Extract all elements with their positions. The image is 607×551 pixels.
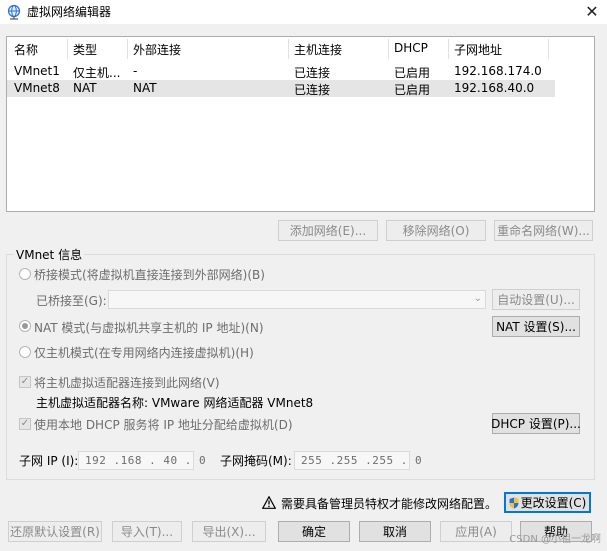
network-globe-icon — [7, 4, 21, 20]
watermark: CSDN @小祖一龙啊 — [509, 534, 601, 545]
column-separator[interactable] — [388, 39, 389, 59]
title-bar: 虚拟网络编辑器 ✕ — [0, 0, 607, 24]
restore-defaults-button[interactable]: 还原默认设置(R) — [8, 521, 102, 542]
column-header-type[interactable]: 类型 — [73, 41, 97, 58]
cell-external: - — [133, 64, 138, 78]
vmnet-info-group — [6, 254, 595, 480]
use-dhcp-label: 使用本地 DHCP 服务将 IP 地址分配给虚拟机(D) — [34, 418, 293, 432]
admin-notice: 需要具备管理员特权才能修改网络配置。 — [281, 497, 498, 511]
vmnet-info-title: VMnet 信息 — [14, 246, 85, 263]
cell-subnet: 192.168.174.0 — [454, 64, 542, 78]
cancel-button[interactable]: 取消 — [359, 521, 431, 542]
cell-external: NAT — [133, 81, 157, 95]
dhcp-settings-button[interactable]: DHCP 设置(P)... — [491, 413, 581, 434]
adapter-name-text: 主机虚拟适配器名称: VMware 网络适配器 VMnet8 — [36, 396, 314, 410]
nat-mode-label: NAT 模式(与虚拟机共享主机的 IP 地址)(N) — [34, 321, 264, 335]
connect-adapter-checkbox[interactable]: ✓ — [19, 376, 31, 388]
auto-settings-button[interactable]: 自动设置(U)... — [492, 289, 580, 310]
cell-type: 仅主机... — [73, 66, 121, 80]
column-header-subnet[interactable]: 子网地址 — [454, 41, 502, 58]
ok-button[interactable]: 确定 — [278, 521, 350, 542]
bridge-mode-label: 桥接模式(将虚拟机直接连接到外部网络)(B) — [34, 268, 265, 282]
change-settings-button[interactable]: 更改设置(C) — [504, 492, 591, 513]
export-button[interactable]: 导出(X)... — [192, 521, 266, 542]
rename-network-button[interactable]: 重命名网络(W)... — [494, 220, 593, 241]
column-separator[interactable] — [127, 39, 128, 59]
column-separator[interactable] — [548, 39, 549, 59]
subnet-mask-label: 子网掩码(M): — [220, 454, 292, 468]
cell-host: 已连接 — [294, 66, 331, 80]
network-list[interactable]: 名称 类型 外部连接 主机连接 DHCP 子网地址 VMnet1 仅主机... … — [6, 36, 595, 212]
host-only-mode-label: 仅主机模式(在专用网络内连接虚拟机)(H) — [34, 346, 254, 360]
close-button[interactable]: ✕ — [577, 0, 607, 22]
bridged-to-label: 已桥接至(G): — [36, 294, 107, 308]
connect-adapter-label: 将主机虚拟适配器连接到此网络(V) — [34, 376, 220, 390]
column-separator[interactable] — [448, 39, 449, 59]
close-icon: ✕ — [585, 1, 599, 21]
column-header-dhcp[interactable]: DHCP — [394, 41, 428, 55]
subnet-ip-field[interactable]: 192 .168 . 40 . 0 — [78, 451, 206, 470]
column-header-host[interactable]: 主机连接 — [294, 41, 342, 58]
cell-dhcp: 已启用 — [394, 66, 431, 80]
bridged-to-select[interactable]: ⌄ — [108, 290, 486, 309]
change-settings-label: 更改设置(C) — [520, 496, 587, 510]
nat-settings-button[interactable]: NAT 设置(S)... — [492, 316, 580, 337]
subnet-ip-label: 子网 IP (I): — [19, 454, 79, 468]
column-header-external[interactable]: 外部连接 — [133, 41, 181, 58]
subnet-mask-field[interactable]: 255 .255 .255 . 0 — [294, 451, 422, 470]
column-header-name[interactable]: 名称 — [14, 41, 38, 58]
column-separator[interactable] — [67, 39, 68, 59]
chevron-down-icon: ⌄ — [473, 293, 482, 304]
apply-button[interactable]: 应用(A) — [440, 521, 512, 542]
cell-name: VMnet1 — [14, 64, 60, 78]
cell-host: 已连接 — [294, 83, 331, 97]
import-button[interactable]: 导入(T)... — [112, 521, 182, 542]
table-row[interactable]: VMnet8 NAT NAT 已连接 已启用 192.168.40.0 — [7, 80, 555, 97]
bridge-mode-radio[interactable] — [19, 268, 31, 280]
table-row[interactable]: VMnet1 仅主机... - 已连接 已启用 192.168.174.0 — [7, 63, 555, 80]
cell-type: NAT — [73, 81, 97, 95]
shield-icon — [509, 497, 519, 508]
add-network-button[interactable]: 添加网络(E)... — [278, 220, 378, 241]
use-dhcp-checkbox[interactable]: ✓ — [19, 418, 31, 430]
nat-mode-radio[interactable] — [19, 320, 31, 332]
warning-icon — [262, 496, 276, 509]
cell-subnet: 192.168.40.0 — [454, 81, 535, 95]
window-title: 虚拟网络编辑器 — [27, 5, 112, 19]
cell-dhcp: 已启用 — [394, 83, 431, 97]
remove-network-button[interactable]: 移除网络(O) — [386, 220, 486, 241]
column-separator[interactable] — [288, 39, 289, 59]
cell-name: VMnet8 — [14, 81, 60, 95]
host-only-mode-radio[interactable] — [19, 346, 31, 358]
list-header: 名称 类型 外部连接 主机连接 DHCP 子网地址 — [7, 37, 594, 61]
